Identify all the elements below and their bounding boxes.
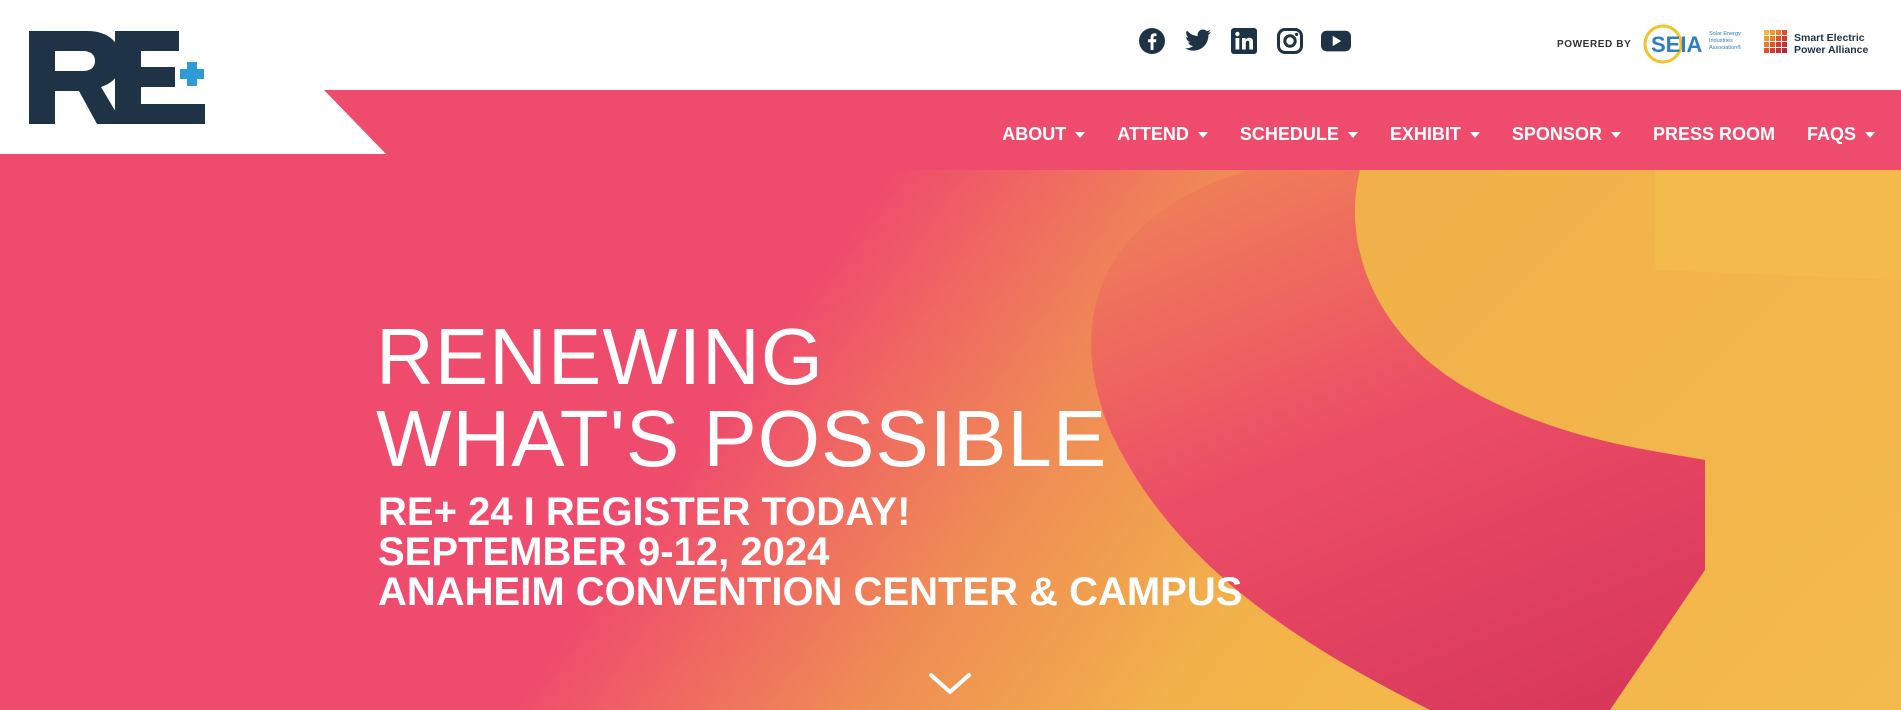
hero-banner: RENEWING WHAT'S POSSIBLE RE+ 24 I REGIST… [0,170,1901,710]
seia-mark: SEIA [1651,32,1702,57]
seia-logo[interactable]: SEIA Solar Energy Industries Association… [1643,24,1745,64]
nav-item-about[interactable]: ABOUT [1002,124,1086,145]
nav-label: FAQS [1806,124,1856,144]
sepa-line2: Power Alliance [1794,44,1868,56]
twitter-icon[interactable] [1183,26,1213,56]
sub-line-venue: ANAHEIM CONVENTION CENTER & CAMPUS [378,570,1243,614]
nav-label: EXHIBIT [1389,124,1461,144]
nav-item-schedule[interactable]: SCHEDULE [1240,124,1358,145]
chevron-down-icon[interactable] [928,668,972,698]
sub-line-dates: SEPTEMBER 9-12, 2024 [378,530,830,574]
nav-label: PRESS ROOM [1652,124,1775,144]
caret-down-icon [1197,131,1208,138]
hero-headline: RENEWING WHAT'S POSSIBLE [376,316,1107,480]
main-nav: ABOUT ATTEND SCHEDULE EXHIBIT SPONSOR PR… [1002,124,1875,145]
social-links [1137,26,1351,56]
linkedin-icon[interactable] [1229,26,1259,56]
nav-label: SPONSOR [1511,124,1602,144]
nav-item-faqs[interactable]: FAQS [1807,124,1875,145]
sub-line-register: RE+ 24 I REGISTER TODAY! [378,490,911,534]
sepa-grid-icon [1764,30,1787,53]
hero-subheadline: RE+ 24 I REGISTER TODAY! SEPTEMBER 9-12,… [378,492,1242,612]
caret-down-icon [1469,131,1480,138]
instagram-icon[interactable] [1275,26,1305,56]
caret-down-icon [1347,131,1358,138]
nav-label: SCHEDULE [1239,124,1339,144]
powered-by-label: POWERED BY [1557,39,1632,50]
re-plus-logo[interactable] [29,31,205,126]
nav-item-press-room[interactable]: PRESS ROOM [1653,124,1775,145]
headline-line-2: WHAT'S POSSIBLE [376,394,1108,483]
youtube-icon[interactable] [1321,26,1351,56]
nav-item-sponsor[interactable]: SPONSOR [1512,124,1621,145]
caret-down-icon [1610,131,1621,138]
sepa-logo[interactable]: Smart Electric Power Alliance [1764,28,1884,60]
svg-text:Solar Energy: Solar Energy [1709,31,1741,37]
caret-down-icon [1075,131,1086,138]
caret-down-icon [1865,131,1875,138]
sepa-line1: Smart Electric [1794,32,1865,44]
facebook-icon[interactable] [1137,26,1167,56]
nav-item-exhibit[interactable]: EXHIBIT [1390,124,1480,145]
svg-text:Industries: Industries [1709,38,1733,44]
nav-item-attend[interactable]: ATTEND [1117,124,1208,145]
headline-line-1: RENEWING [376,312,824,401]
nav-label: ATTEND [1117,124,1189,144]
nav-label: ABOUT [1002,124,1067,144]
svg-text:Association®: Association® [1709,44,1741,51]
